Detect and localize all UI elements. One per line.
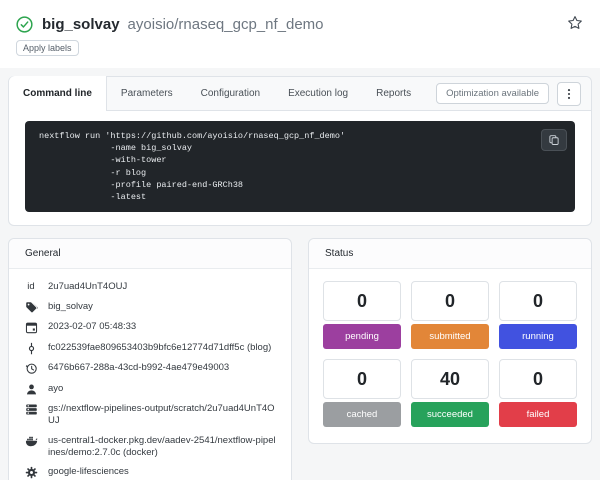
general-card-title: General (9, 239, 291, 269)
gear-icon (23, 466, 39, 479)
running-badge: running (499, 324, 577, 349)
pending-count: 0 (323, 281, 401, 321)
general-row-id: id 2u7uad4UnT4OUJ (23, 281, 277, 293)
tab-parameters[interactable]: Parameters (107, 76, 187, 110)
general-row-commit: fc022539fae809653403b9bfc6e12774d71dff5c… (23, 342, 277, 355)
succeeded-count: 40 (411, 359, 489, 399)
general-row-user: ayo (23, 383, 277, 396)
command-code-block: nextflow run 'https://github.com/ayoisio… (25, 121, 575, 212)
submitted-badge: submitted (411, 324, 489, 349)
command-line-card: Command line Parameters Configuration Ex… (8, 76, 592, 226)
pending-badge: pending (323, 324, 401, 349)
kebab-menu-icon (562, 87, 576, 101)
failed-badge: failed (499, 402, 577, 427)
status-card: Status 0 pending 0 submitted 0 running 0… (308, 238, 592, 444)
calendar-icon (23, 321, 39, 334)
tab-bar: Command line Parameters Configuration Ex… (9, 77, 591, 111)
executor-value: google-lifesciences (48, 466, 129, 478)
general-card: General id 2u7uad4UnT4OUJ big_solvay (8, 238, 292, 480)
general-row-executor: google-lifesciences (23, 466, 277, 479)
run-id-value: 2u7uad4UnT4OUJ (48, 281, 127, 293)
docker-icon (23, 435, 39, 448)
tab-configuration[interactable]: Configuration (187, 76, 274, 110)
general-row-container: us-central1-docker.pkg.dev/aadev-2541/ne… (23, 435, 277, 459)
general-row-workdir: gs://nextflow-pipelines-output/scratch/2… (23, 403, 277, 427)
project-name: ayoisio/rnaseq_gcp_nf_demo (128, 16, 324, 33)
running-count: 0 (499, 281, 577, 321)
status-tile-submitted: 0 submitted (411, 281, 489, 349)
run-name-value: big_solvay (48, 301, 93, 313)
session-id-value: 6476b667-288a-43cd-b992-4ae479e49003 (48, 362, 229, 374)
workdir-user-value: ayo (48, 383, 63, 395)
cached-count: 0 (323, 359, 401, 399)
copy-button[interactable] (541, 129, 567, 151)
id-text-label: id (23, 281, 39, 293)
general-row-run-name: big_solvay (23, 301, 277, 314)
star-outline-icon (567, 15, 583, 31)
failed-count: 0 (499, 359, 577, 399)
server-icon (23, 403, 39, 416)
star-button[interactable] (566, 15, 584, 33)
git-commit-icon (23, 342, 39, 355)
status-tile-succeeded: 40 succeeded (411, 359, 489, 427)
status-tile-cached: 0 cached (323, 359, 401, 427)
container-value: us-central1-docker.pkg.dev/aadev-2541/ne… (48, 435, 277, 459)
submitted-count: 0 (411, 281, 489, 321)
copy-icon (548, 134, 560, 146)
workdir-value: gs://nextflow-pipelines-output/scratch/2… (48, 403, 277, 427)
start-date-value: 2023-02-07 05:48:33 (48, 321, 136, 333)
kebab-menu-button[interactable] (557, 82, 581, 106)
cached-badge: cached (323, 402, 401, 427)
apply-labels-button[interactable]: Apply labels (16, 40, 79, 56)
tab-execution-log[interactable]: Execution log (274, 76, 362, 110)
status-tile-pending: 0 pending (323, 281, 401, 349)
page-header: big_solvay ayoisio/rnaseq_gcp_nf_demo Ap… (0, 0, 600, 68)
run-name: big_solvay (42, 16, 120, 33)
general-row-session: 6476b667-288a-43cd-b992-4ae479e49003 (23, 362, 277, 375)
status-tile-failed: 0 failed (499, 359, 577, 427)
check-circle-icon (16, 16, 33, 33)
content-area: Command line Parameters Configuration Ex… (0, 68, 600, 480)
tags-icon (23, 301, 39, 314)
general-row-date: 2023-02-07 05:48:33 (23, 321, 277, 334)
tab-command-line[interactable]: Command line (9, 76, 107, 111)
user-icon (23, 383, 39, 396)
session-history-icon (23, 362, 39, 375)
tab-reports[interactable]: Reports (362, 76, 425, 110)
status-tile-running: 0 running (499, 281, 577, 349)
succeeded-badge: succeeded (411, 402, 489, 427)
optimization-available-button[interactable]: Optimization available (436, 83, 549, 104)
command-text: nextflow run 'https://github.com/ayoisio… (39, 130, 561, 203)
commit-id-value: fc022539fae809653403b9bfc6e12774d71dff5c… (48, 342, 271, 354)
status-card-title: Status (309, 239, 591, 269)
